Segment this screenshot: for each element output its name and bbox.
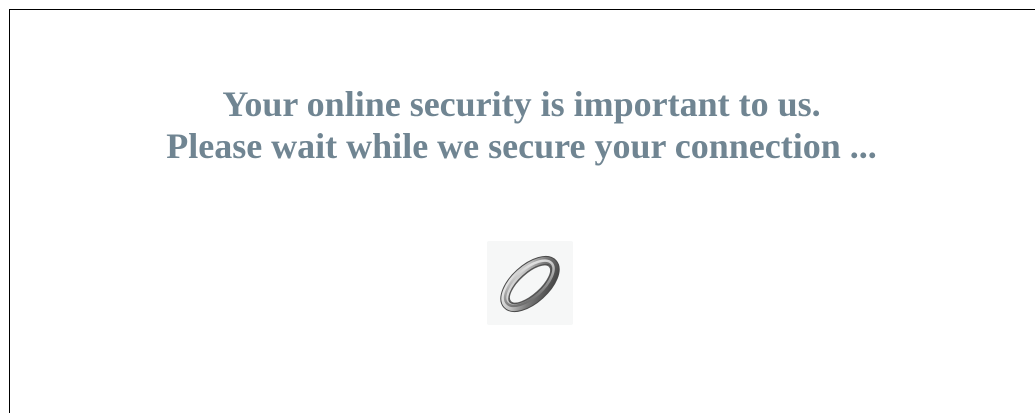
loading-ring-icon [500,255,560,313]
security-message-line-2: Please wait while we secure your connect… [166,126,877,166]
page-frame [9,9,1035,413]
security-message: Your online security is important to us.… [0,83,1035,167]
loading-spinner [487,241,573,325]
security-message-line-1: Your online security is important to us. [222,84,821,124]
